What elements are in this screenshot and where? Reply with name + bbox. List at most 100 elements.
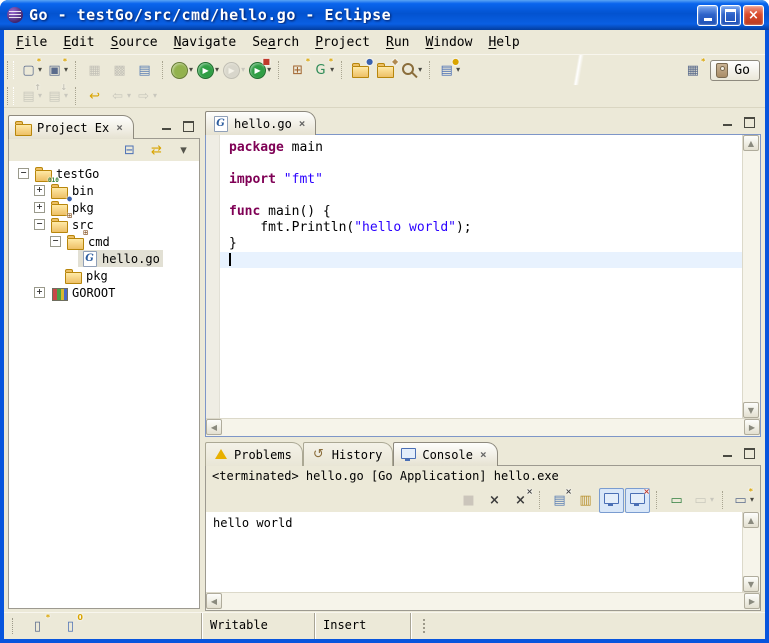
- editor-vertical-scrollbar[interactable]: ▲ ▼: [742, 135, 760, 418]
- next-annotation-dropdown-icon[interactable]: ▾: [64, 92, 68, 100]
- fast-view-button[interactable]: ▯*: [25, 614, 50, 639]
- run-button[interactable]: ▶▾: [195, 58, 221, 83]
- open-perspective-button[interactable]: ▦*: [680, 58, 705, 83]
- new-go-file-button[interactable]: G*▾: [310, 58, 336, 83]
- back-dropdown-icon[interactable]: ▾: [127, 92, 131, 100]
- new-wizard-dropdown-icon[interactable]: ▾: [38, 66, 42, 74]
- menu-help[interactable]: Help: [480, 32, 527, 53]
- collapse-icon[interactable]: −: [50, 236, 61, 247]
- tree-item-cmd[interactable]: −⊞cmd: [11, 233, 197, 250]
- link-with-editor-button[interactable]: ⇄: [144, 138, 169, 163]
- code-line-8[interactable]: [220, 252, 742, 268]
- last-edit-location-button[interactable]: ↩: [82, 84, 107, 109]
- code-line-6[interactable]: fmt.Println("hello world");: [220, 220, 742, 236]
- remove-all-terminated-button[interactable]: ××: [508, 488, 533, 513]
- save-all-button[interactable]: ▩: [107, 58, 132, 83]
- scroll-up-icon[interactable]: ▲: [743, 135, 759, 151]
- project-explorer-tab[interactable]: Project Ex ×: [8, 115, 134, 139]
- new-wizard-button[interactable]: ▢*▾: [18, 58, 44, 83]
- console-output[interactable]: hello world: [206, 512, 742, 592]
- code-line-7[interactable]: }: [220, 236, 742, 252]
- clear-console-button[interactable]: ▤×: [547, 488, 572, 513]
- console-maximize-icon[interactable]: [740, 446, 758, 461]
- menu-source[interactable]: Source: [103, 32, 166, 53]
- print-button[interactable]: ▤: [132, 58, 157, 83]
- open-package-button[interactable]: ◆: [373, 58, 398, 83]
- menu-file[interactable]: File: [8, 32, 55, 53]
- open-console-button[interactable]: ▭*▾: [730, 488, 756, 513]
- expand-icon[interactable]: +: [34, 202, 45, 213]
- view-menu-button[interactable]: ▾: [171, 138, 196, 163]
- remove-launch-button[interactable]: ×: [482, 488, 507, 513]
- run-dropdown-icon[interactable]: ▾: [215, 66, 219, 74]
- scroll-right-icon[interactable]: ▶: [744, 419, 760, 435]
- console-scroll-left-icon[interactable]: ◀: [206, 593, 222, 609]
- search-dropdown-icon[interactable]: ▾: [418, 66, 422, 74]
- new-element-wizard-button[interactable]: ▣*▾: [44, 58, 70, 83]
- tree-item-hello-go[interactable]: Ghello.go: [11, 250, 197, 267]
- code-line-3[interactable]: import "fmt": [220, 172, 742, 188]
- launch-status-button[interactable]: ▯0: [58, 614, 83, 639]
- back-button[interactable]: ⇦▾: [107, 84, 133, 109]
- code-line-1[interactable]: package main: [220, 140, 742, 156]
- tree-item-goroot[interactable]: +GOROOT: [11, 284, 197, 301]
- show-stdout-button[interactable]: [599, 488, 624, 513]
- menu-search[interactable]: Search: [244, 32, 307, 53]
- menu-project[interactable]: Project: [307, 32, 378, 53]
- menu-window[interactable]: Window: [417, 32, 480, 53]
- project-explorer-body[interactable]: −testGo+010bin+●pkg−⊞src−⊞cmdGhello.gopk…: [9, 161, 199, 608]
- forward-dropdown-icon[interactable]: ▾: [153, 92, 157, 100]
- code-line-4[interactable]: [220, 188, 742, 204]
- previous-annotation-dropdown-icon[interactable]: ▾: [38, 92, 42, 100]
- menu-edit[interactable]: Edit: [55, 32, 102, 53]
- tree-item-pkg[interactable]: pkg: [11, 267, 197, 284]
- tree-item-bin[interactable]: +010bin: [11, 182, 197, 199]
- project-explorer-close-icon[interactable]: ×: [116, 122, 123, 133]
- code-line-2[interactable]: [220, 156, 742, 172]
- open-resource-button[interactable]: ●: [348, 58, 373, 83]
- title-bar[interactable]: Go - testGo/src/cmd/hello.go - Eclipse ×: [0, 0, 769, 30]
- search-button[interactable]: ▾: [398, 58, 424, 83]
- console-scroll-right-icon[interactable]: ▶: [744, 593, 760, 609]
- console-scroll-down-icon[interactable]: ▼: [743, 576, 759, 592]
- view-maximize-icon[interactable]: [179, 119, 197, 134]
- menu-navigate[interactable]: Navigate: [166, 32, 245, 53]
- console-scroll-up-icon[interactable]: ▲: [743, 512, 759, 528]
- new-go-file-dropdown-icon[interactable]: ▾: [330, 66, 334, 74]
- tree-item-src[interactable]: −⊞src: [11, 216, 197, 233]
- console-vertical-scrollbar[interactable]: ▲ ▼: [742, 512, 760, 592]
- open-console-dropdown-icon[interactable]: ▾: [750, 496, 754, 504]
- tree-item-testgo[interactable]: −testGo: [11, 165, 197, 182]
- code-area[interactable]: package mainimport "fmt"func main() { fm…: [220, 135, 742, 418]
- editor-tab-hello-go[interactable]: G hello.go ×: [205, 111, 316, 135]
- debug-button[interactable]: ▾: [169, 58, 195, 83]
- new-element-wizard-dropdown-icon[interactable]: ▾: [64, 66, 68, 74]
- next-annotation-button[interactable]: ▤↓▾: [44, 84, 70, 109]
- annotations-button[interactable]: ▤●▾: [436, 58, 462, 83]
- collapse-icon[interactable]: −: [34, 219, 45, 230]
- annotations-dropdown-icon[interactable]: ▾: [456, 66, 460, 74]
- console-horizontal-scrollbar[interactable]: ◀ ▶: [206, 592, 760, 610]
- run-last-tool-dropdown-icon[interactable]: ▾: [267, 66, 271, 74]
- forward-button[interactable]: ⇨▾: [133, 84, 159, 109]
- collapse-icon[interactable]: −: [18, 168, 29, 179]
- previous-annotation-button[interactable]: ▤↑▾: [18, 84, 44, 109]
- view-minimize-icon[interactable]: [157, 119, 175, 134]
- save-button[interactable]: ▦: [82, 58, 107, 83]
- tab-console[interactable]: Console×: [393, 442, 497, 466]
- pin-console-button[interactable]: ▭: [664, 488, 689, 513]
- editor-horizontal-scrollbar[interactable]: ◀ ▶: [206, 418, 760, 436]
- external-tools-dropdown-icon[interactable]: ▾: [241, 66, 245, 74]
- external-tools-button[interactable]: ▶▾: [221, 58, 247, 83]
- show-stderr-button[interactable]: ×: [625, 488, 650, 513]
- tab-history[interactable]: ↺History: [303, 442, 394, 466]
- collapse-all-button[interactable]: ⊟: [117, 138, 142, 163]
- expand-icon[interactable]: +: [34, 185, 45, 196]
- maximize-button[interactable]: [720, 5, 741, 26]
- close-button[interactable]: ×: [743, 5, 764, 26]
- expand-icon[interactable]: +: [34, 287, 45, 298]
- scroll-left-icon[interactable]: ◀: [206, 419, 222, 435]
- minimize-button[interactable]: [697, 5, 718, 26]
- tab-problems[interactable]: Problems: [205, 442, 303, 466]
- tree-item-pkg[interactable]: +●pkg: [11, 199, 197, 216]
